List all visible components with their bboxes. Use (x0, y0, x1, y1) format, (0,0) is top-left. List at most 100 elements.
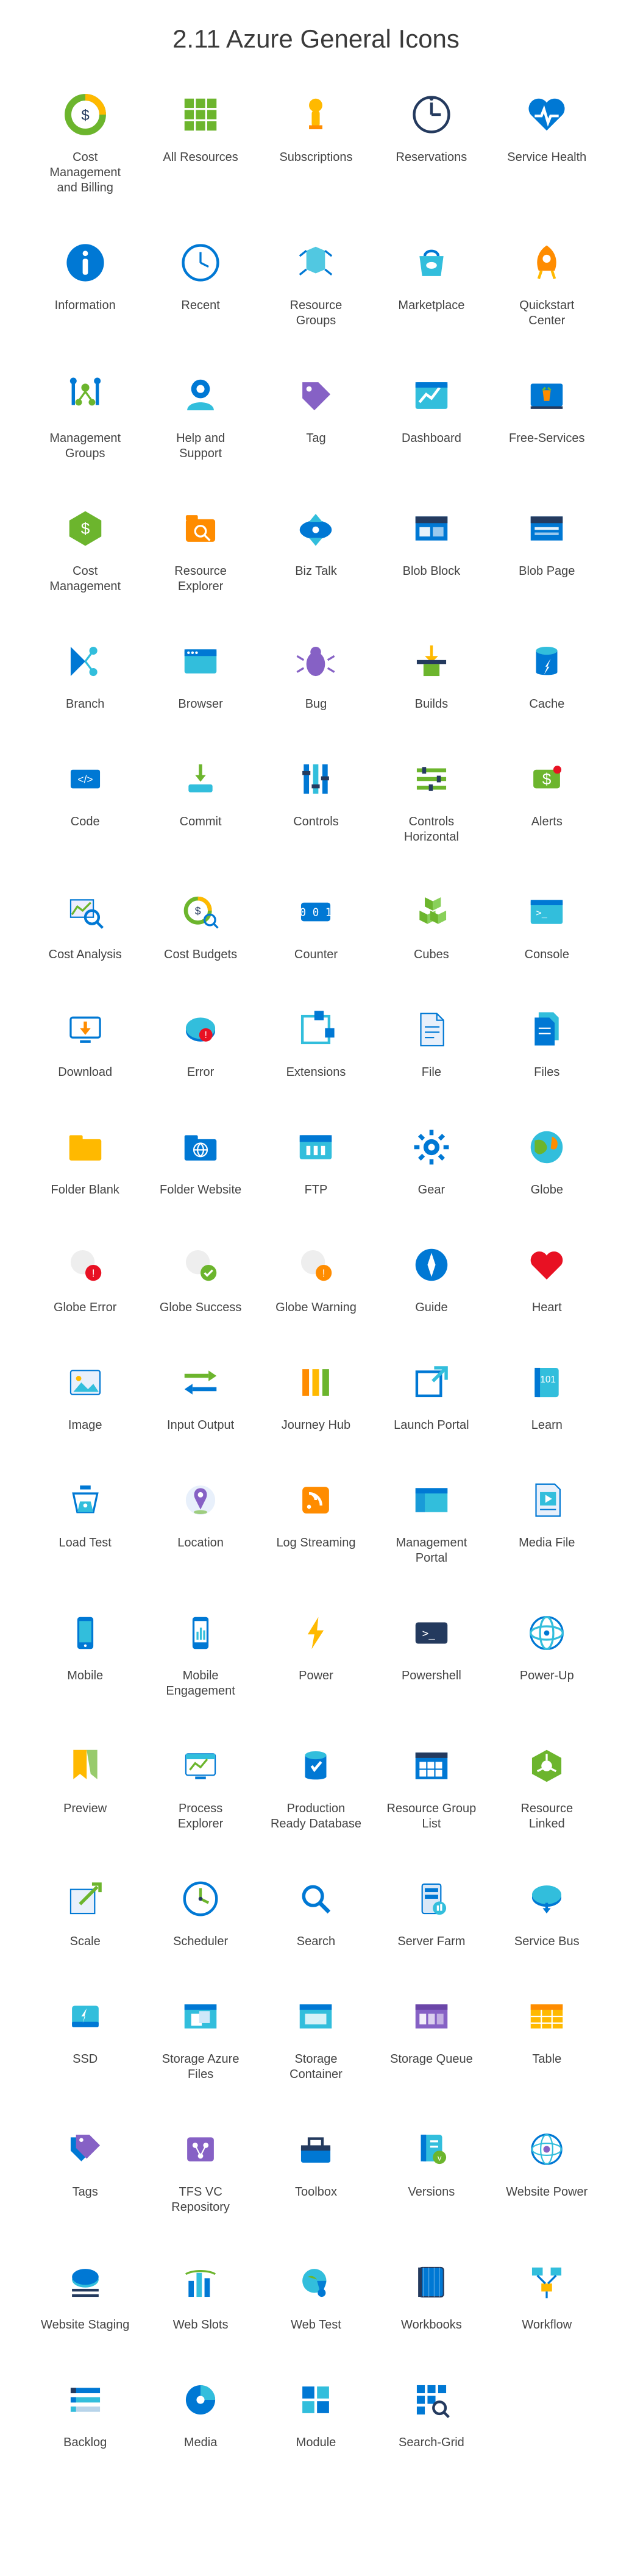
counter-icon: 0 0 1 (291, 888, 340, 936)
cost-management-and-billing-icon: $ (61, 90, 110, 139)
icon-cell-folder-blank: Folder Blank (40, 1123, 131, 1198)
icon-label: Module (296, 2435, 336, 2450)
marketplace-icon (407, 238, 456, 287)
icon-label: Globe Warning (275, 1300, 357, 1315)
icon-cell-resource-groups: Resource Groups (270, 238, 361, 329)
process-explorer-icon (176, 1742, 225, 1790)
icon-label: Builds (415, 697, 448, 712)
icon-cell-storage-azure-files: Storage Azure Files (155, 1992, 246, 2082)
dashboard-icon (407, 371, 456, 420)
icon-label: Scheduler (173, 1934, 228, 1949)
svg-text:!: ! (322, 1267, 325, 1279)
icon-label: Cost Management and Billing (40, 150, 131, 196)
icon-cell-journey-hub: Journey Hub (270, 1358, 361, 1433)
icon-cell-bug: Bug (270, 637, 361, 712)
icon-label: Web Test (291, 2318, 341, 2333)
icon-cell-globe: Globe (501, 1123, 592, 1198)
icon-cell-ssd: SSD (40, 1992, 131, 2082)
icon-cell-tag: Tag (270, 371, 361, 461)
globe-icon (522, 1123, 571, 1172)
branch-icon (61, 637, 110, 686)
icon-label: Web Slots (173, 2318, 229, 2333)
icon-label: Browser (178, 697, 222, 712)
service-bus-icon (522, 1874, 571, 1923)
icon-cell-media-file: Media File (501, 1476, 592, 1566)
icon-cell-free-services: Free-Services (501, 371, 592, 461)
tags-icon (61, 2125, 110, 2174)
svg-text:</>: </> (77, 774, 93, 786)
icon-cell-search: Search (270, 1874, 361, 1949)
icon-cell-biz-talk: Biz Talk (270, 504, 361, 594)
icon-label: File (422, 1065, 441, 1080)
icon-label: Search (297, 1934, 335, 1949)
location-icon (176, 1476, 225, 1525)
icon-label: Versions (408, 2185, 455, 2200)
icon-label: Service Health (507, 150, 586, 165)
ftp-icon (291, 1123, 340, 1172)
icon-cell-download: Download (40, 1005, 131, 1080)
log-streaming-icon (291, 1476, 340, 1525)
icon-label: Process Explorer (155, 1801, 246, 1832)
icon-cell-log-streaming: Log Streaming (270, 1476, 361, 1566)
icon-cell-process-explorer: Process Explorer (155, 1742, 246, 1832)
icon-cell-dashboard: Dashboard (386, 371, 477, 461)
toolbox-icon (291, 2125, 340, 2174)
icon-label: Website Power (506, 2185, 588, 2200)
icon-cell-power: Power (270, 1609, 361, 1699)
icon-label: Help and Support (155, 431, 246, 461)
icon-label: Server Farm (397, 1934, 465, 1949)
svg-text:!: ! (91, 1267, 94, 1279)
search-icon (291, 1874, 340, 1923)
browser-icon (176, 637, 225, 686)
storage-container-icon (291, 1992, 340, 2041)
icon-label: Production Ready Database (270, 1801, 361, 1832)
icon-cell-information: Information (40, 238, 131, 329)
icon-label: Power (299, 1668, 333, 1684)
icon-label: Storage Queue (390, 2052, 473, 2067)
icon-cell-blob-page: Blob Page (501, 504, 592, 594)
icon-cell-location: Location (155, 1476, 246, 1566)
tfs-vc-repository-icon (176, 2125, 225, 2174)
icon-label: Launch Portal (394, 1418, 469, 1433)
icon-cell-service-bus: Service Bus (501, 1874, 592, 1949)
icon-label: Cache (529, 697, 564, 712)
icon-label: Search-Grid (399, 2435, 464, 2450)
icon-cell-guide: Guide (386, 1240, 477, 1315)
icon-cell-workbooks: Workbooks (386, 2258, 477, 2333)
icon-label: Recent (181, 298, 219, 313)
icon-label: All Resources (163, 150, 238, 165)
icon-label: Folder Blank (51, 1183, 119, 1198)
builds-icon (407, 637, 456, 686)
icon-label: Website Staging (41, 2318, 129, 2333)
icon-label: Controls (293, 814, 338, 830)
cost-analysis-icon (61, 888, 110, 936)
icon-cell-blob-block: Blob Block (386, 504, 477, 594)
resource-groups-icon (291, 238, 340, 287)
icon-cell-commit: Commit (155, 755, 246, 845)
icon-label: Controls Horizontal (386, 814, 477, 845)
load-test-icon (61, 1476, 110, 1525)
icon-cell-web-slots: Web Slots (155, 2258, 246, 2333)
heart-icon (522, 1240, 571, 1289)
icon-label: Alerts (531, 814, 563, 830)
svg-text:!: ! (205, 1030, 207, 1041)
icon-cell-cost-management-and-billing: $ Cost Management and Billing (40, 90, 131, 196)
icon-label: Resource Groups (270, 298, 361, 329)
scheduler-icon (176, 1874, 225, 1923)
icon-label: FTP (305, 1183, 328, 1198)
icon-label: Subscriptions (279, 150, 352, 165)
icon-label: Information (55, 298, 116, 313)
icon-label: Marketplace (398, 298, 464, 313)
input-output-icon (176, 1358, 225, 1407)
icon-label: Download (58, 1065, 112, 1080)
icon-cell-management-portal: Management Portal (386, 1476, 477, 1566)
svg-text:$: $ (542, 770, 552, 788)
icon-grid: $ Cost Management and Billing All Resource… (37, 90, 595, 2450)
media-icon (176, 2375, 225, 2424)
icon-label: Error (187, 1065, 214, 1080)
icon-cell-reservations: Reservations (386, 90, 477, 196)
cost-budgets-icon: $ (176, 888, 225, 936)
production-ready-database-icon (291, 1742, 340, 1790)
icon-cell-scale: Scale (40, 1874, 131, 1949)
icon-cell-cost-budgets: $Cost Budgets (155, 888, 246, 962)
